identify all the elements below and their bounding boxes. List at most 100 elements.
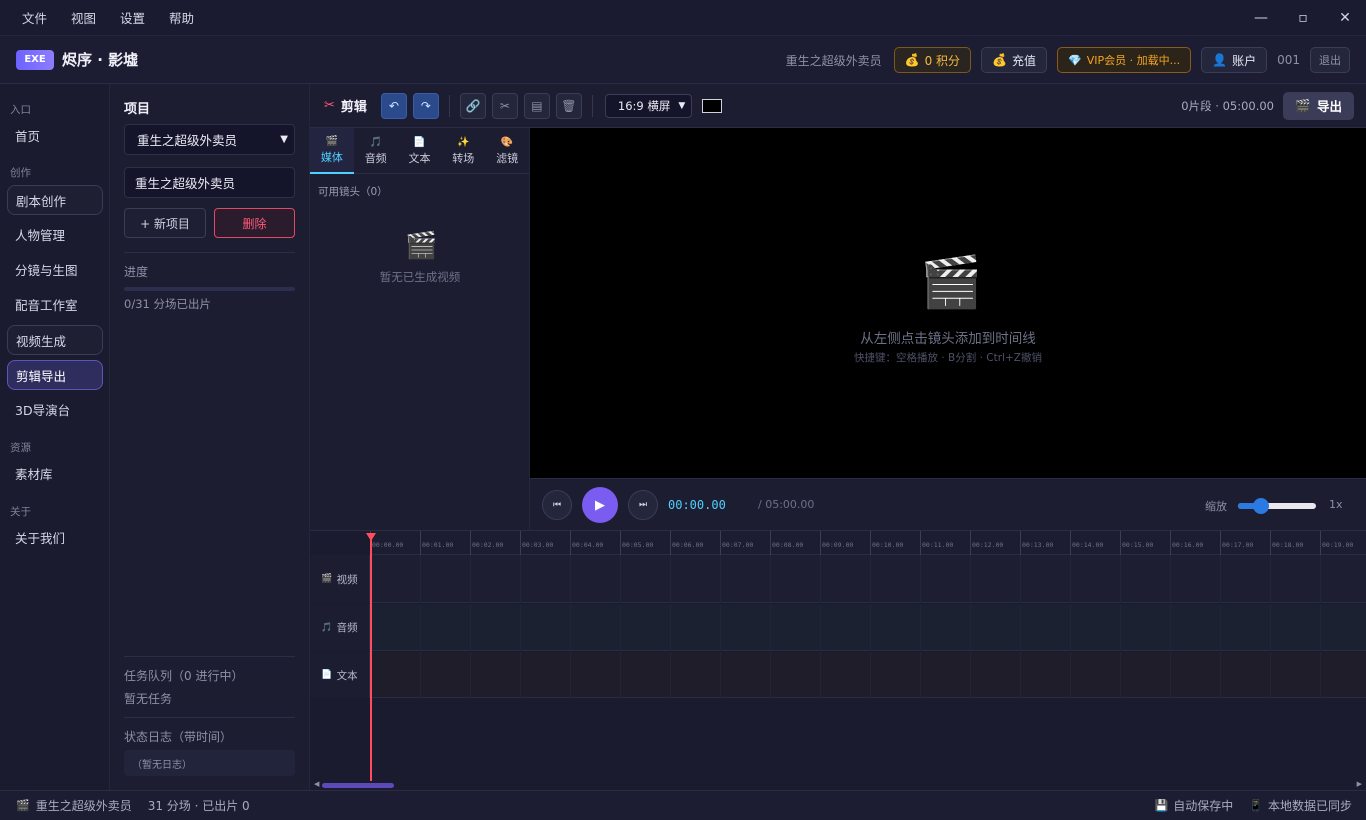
link-button[interactable]: 🔗 bbox=[459, 92, 486, 119]
toolbar-separator bbox=[591, 94, 593, 117]
sidebar-item-3d-director[interactable]: 3D导演台 bbox=[7, 394, 103, 424]
ruler-tick bbox=[1120, 531, 1121, 555]
export-label: 导出 bbox=[1316, 99, 1342, 114]
ruler-tick-label: 00:15.00 bbox=[1122, 541, 1154, 549]
segment-info: 0片段 · 05:00.00 bbox=[1181, 98, 1274, 113]
track-text[interactable] bbox=[370, 652, 1366, 698]
grid-line bbox=[720, 652, 721, 698]
redo-icon: ↷ bbox=[420, 98, 431, 113]
track-video[interactable] bbox=[370, 555, 1366, 603]
sidebar-item-about-us[interactable]: 关于我们 bbox=[7, 522, 103, 552]
nav-section-entry: 入口 bbox=[10, 104, 31, 116]
points-button[interactable]: 💰 0 积分 bbox=[893, 47, 972, 73]
sidebar-item-library[interactable]: 素材库 bbox=[7, 458, 103, 488]
ruler-tick-label: 00:09.00 bbox=[822, 541, 854, 549]
zoom-value: 1x bbox=[1329, 498, 1343, 511]
playhead[interactable] bbox=[370, 533, 372, 781]
clapperboard-icon: 🎬 bbox=[16, 799, 30, 812]
aspect-ratio-select[interactable]: 16:9 横屏 ▼ bbox=[604, 93, 693, 118]
grid-line bbox=[1320, 604, 1321, 651]
project-panel: 项目 重生之超级外卖员 ▼ 重生之超级外卖员 + 新项目 删除 进度 0/31 … bbox=[110, 84, 310, 790]
grid-line bbox=[470, 652, 471, 698]
transport-bar: ⏮ ▶ ⏭ 00:00.00 / 05:00.00 缩放 1x bbox=[530, 478, 1366, 530]
chevron-down-icon: ▼ bbox=[678, 100, 686, 111]
ruler-tick bbox=[820, 531, 821, 555]
zoom-slider-handle[interactable] bbox=[1253, 498, 1270, 514]
ruler-tick-label: 00:07.00 bbox=[722, 541, 754, 549]
redo-button[interactable]: ↷ bbox=[412, 92, 439, 119]
video-preview[interactable]: 🎬 从左侧点击镜头添加到时间线 快捷键：空格播放 · B分割 · Ctrl+Z撤… bbox=[530, 128, 1366, 478]
menu-view[interactable]: 视图 bbox=[59, 8, 108, 27]
grid-line bbox=[670, 604, 671, 651]
money-bag-icon: 💰 bbox=[904, 53, 920, 67]
new-project-button[interactable]: + 新项目 bbox=[124, 208, 206, 238]
ruler-tick bbox=[570, 531, 571, 555]
recharge-label: 充值 bbox=[1012, 53, 1037, 68]
grid-line bbox=[1220, 652, 1221, 698]
track-audio[interactable] bbox=[370, 604, 1366, 651]
timeline-ruler[interactable]: 00:00.00 00:01.00 00:02.00 00:03.00 00:04.00… bbox=[370, 531, 1366, 555]
tab-audio[interactable]: 🎵 音频 bbox=[354, 128, 398, 174]
ruler-tick bbox=[1270, 531, 1271, 555]
menu-help[interactable]: 帮助 bbox=[157, 8, 206, 27]
grid-line bbox=[1120, 555, 1121, 603]
ruler-tick-label: 00:19.00 bbox=[1322, 541, 1354, 549]
preview-hint: 从左侧点击镜头添加到时间线 bbox=[860, 331, 1036, 347]
recharge-button[interactable]: 💰 充值 bbox=[981, 47, 1048, 73]
project-select[interactable]: 重生之超级外卖员 ▼ bbox=[124, 124, 295, 155]
grid-line bbox=[570, 555, 571, 603]
play-button[interactable]: ▶ bbox=[582, 487, 618, 523]
delete-project-button[interactable]: 删除 bbox=[214, 208, 295, 238]
document-icon: 📄 bbox=[321, 670, 333, 680]
clapperboard-icon: 🎬 bbox=[325, 135, 339, 147]
timeline-scrollbar[interactable]: ◀ ▶ bbox=[314, 780, 1362, 790]
sidebar-item-script[interactable]: 剧本创作 bbox=[7, 185, 103, 215]
tab-filter[interactable]: 🎨 滤镜 bbox=[485, 128, 529, 174]
grid-line bbox=[1020, 604, 1021, 651]
status-bar: 🎬 重生之超级外卖员 31 分场 · 已出片 0 💾 自动保存中 📱 本地数据已同步 bbox=[0, 790, 1366, 820]
scrollbar-thumb[interactable] bbox=[322, 783, 394, 788]
preview-shortcuts: 快捷键：空格播放 · B分割 · Ctrl+Z撤销 bbox=[854, 352, 1042, 364]
undo-button[interactable]: ↶ bbox=[380, 92, 407, 119]
split-button[interactable]: ✂ bbox=[491, 92, 518, 119]
skip-back-button[interactable]: ⏮ bbox=[542, 490, 572, 520]
grid-line bbox=[520, 604, 521, 651]
vip-button[interactable]: 💎 VIP会员 · 加载中... bbox=[1057, 47, 1192, 73]
zoom-slider[interactable] bbox=[1238, 498, 1316, 514]
sidebar-item-dubbing[interactable]: 配音工作室 bbox=[7, 289, 103, 319]
ruler-tick-label: 00:01.00 bbox=[422, 541, 454, 549]
floppy-disk-icon: 💾 bbox=[1154, 799, 1169, 812]
close-icon[interactable]: ✕ bbox=[1324, 0, 1366, 36]
menu-file[interactable]: 文件 bbox=[10, 8, 59, 27]
export-button[interactable]: 🎬 导出 bbox=[1283, 91, 1354, 120]
ruler-tick bbox=[1020, 531, 1021, 555]
tab-transition[interactable]: ✨ 转场 bbox=[441, 128, 485, 174]
sidebar-item-video[interactable]: 视频生成 bbox=[7, 325, 103, 355]
ruler-tick bbox=[920, 531, 921, 555]
clapperboard-icon: 🎬 bbox=[321, 574, 333, 584]
maximize-icon[interactable]: ▫ bbox=[1282, 0, 1324, 36]
menu-settings[interactable]: 设置 bbox=[108, 8, 157, 27]
minimize-icon[interactable]: — bbox=[1240, 0, 1282, 36]
aspect-ratio-value: 16:9 横屏 bbox=[617, 98, 671, 113]
copy-button[interactable]: ▤ bbox=[523, 92, 550, 119]
grid-line bbox=[770, 604, 771, 651]
scroll-right-icon[interactable]: ▶ bbox=[1357, 780, 1362, 788]
background-color-swatch[interactable] bbox=[702, 98, 723, 113]
tab-media[interactable]: 🎬 媒体 bbox=[310, 128, 354, 174]
grid-line bbox=[1170, 652, 1171, 698]
skip-forward-button[interactable]: ⏭ bbox=[628, 490, 658, 520]
account-button[interactable]: 👤 账户 bbox=[1201, 47, 1268, 73]
grid-line bbox=[1070, 604, 1071, 651]
grid-line bbox=[820, 604, 821, 651]
project-name-input[interactable]: 重生之超级外卖员 bbox=[124, 167, 295, 198]
playhead-handle[interactable] bbox=[366, 533, 376, 541]
logout-button[interactable]: 退出 bbox=[1310, 47, 1350, 73]
sidebar-item-storyboard[interactable]: 分镜与生图 bbox=[7, 254, 103, 284]
delete-clip-button[interactable]: 🗑 bbox=[555, 92, 582, 119]
scroll-left-icon[interactable]: ◀ bbox=[314, 780, 319, 788]
sidebar-item-home[interactable]: 首页 bbox=[7, 120, 103, 150]
tab-text[interactable]: 📄 文本 bbox=[398, 128, 442, 174]
sidebar-item-characters[interactable]: 人物管理 bbox=[7, 219, 103, 249]
sidebar-item-edit[interactable]: 剪辑导出 bbox=[7, 360, 103, 390]
